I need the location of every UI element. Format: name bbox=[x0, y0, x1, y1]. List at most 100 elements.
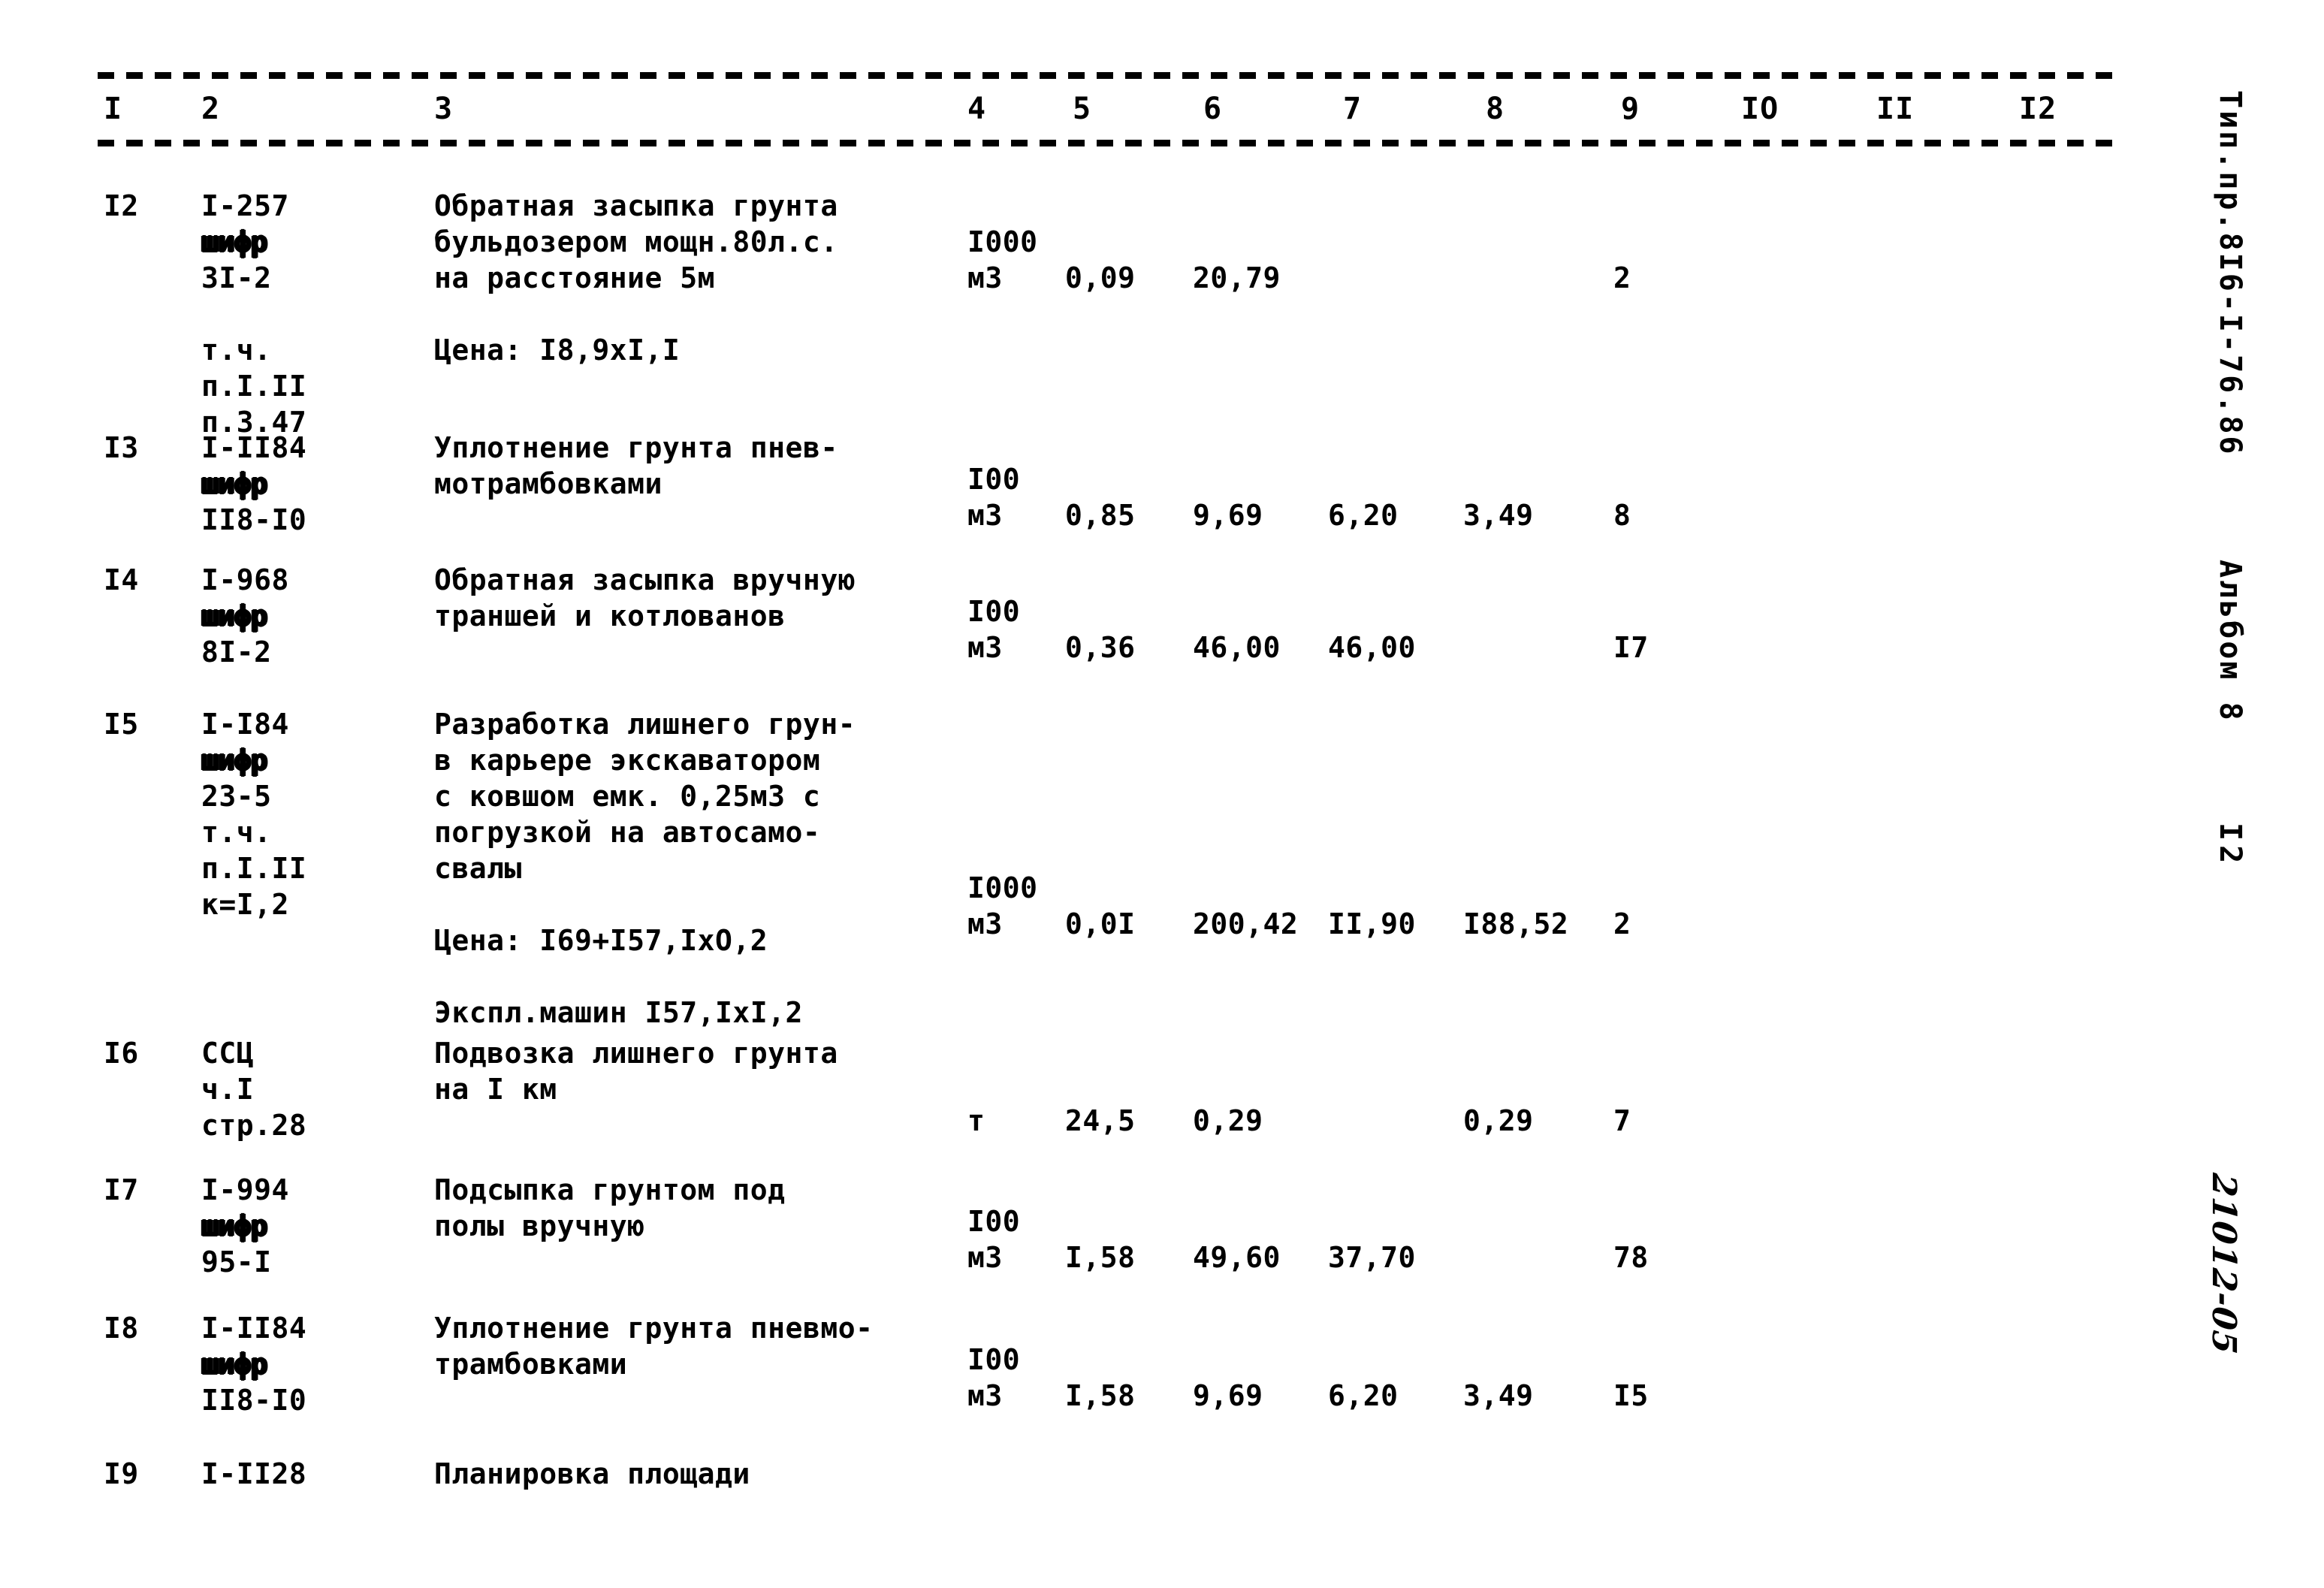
norm-code-line: стр.28 bbox=[201, 1109, 307, 1142]
work-description-cell: Обратная засыпка вручную траншей и котлов… bbox=[434, 562, 930, 634]
unit-line: т bbox=[967, 1104, 985, 1137]
column-header-4: 4 bbox=[967, 92, 987, 126]
work-description-cell: Подвозка лишнего грунта на I км bbox=[434, 1035, 930, 1107]
description-line: траншей и котлованов bbox=[434, 599, 786, 632]
unit-line: I00 bbox=[967, 1205, 1021, 1238]
labour-cost-value: II,90 bbox=[1328, 907, 1416, 940]
norm-code-cell: I-257 шифр 3I-2 т.ч. п.I.II п.3.47 bbox=[201, 188, 389, 440]
norm-code-line: 95-I bbox=[201, 1245, 272, 1279]
norm-code-cell: I-II84 шифр II8-I0 bbox=[201, 1310, 389, 1418]
norm-code-line: т.ч. bbox=[201, 334, 272, 367]
norm-code-cell: I-II28 bbox=[201, 1456, 389, 1492]
unit-line: м3 bbox=[967, 631, 1003, 664]
description-line: мотрамбовками bbox=[434, 467, 662, 500]
row-number: I4 bbox=[104, 563, 139, 596]
work-description-cell: Уплотнение грунта пнев-мотрамбовками bbox=[434, 430, 930, 502]
description-line: Цена: I69+I57,IxО,2 bbox=[434, 924, 768, 957]
norm-code-line: шифр bbox=[201, 599, 268, 632]
work-description-cell: Подсыпка грунтом под полы вручную bbox=[434, 1172, 930, 1244]
unit-cell: I000 м3 bbox=[967, 224, 1058, 296]
description-line: на I км bbox=[434, 1073, 557, 1106]
unit-line: I000 bbox=[967, 225, 1038, 258]
norm-hours-value: 78 bbox=[1613, 1241, 1649, 1274]
column-header-12: I2 bbox=[2019, 92, 2057, 126]
description-line: свалы bbox=[434, 852, 522, 885]
quantity-value: I,58 bbox=[1065, 1241, 1136, 1274]
norm-hours-value: 7 bbox=[1613, 1104, 1631, 1137]
column-header-1: I bbox=[104, 92, 123, 126]
description-line: Уплотнение грунта пневмо- bbox=[434, 1312, 874, 1345]
description-line: погрузкой на автосамо- bbox=[434, 816, 821, 849]
norm-code-line: шифр bbox=[201, 225, 268, 258]
labour-cost-value: 6,20 bbox=[1328, 499, 1399, 532]
norm-code-line: 8I-2 bbox=[201, 636, 272, 669]
column-header-7: 7 bbox=[1343, 92, 1363, 126]
column-header-2: 2 bbox=[201, 92, 221, 126]
norm-code-line: I-257 bbox=[201, 189, 289, 222]
unit-cell: I00 м3 bbox=[967, 461, 1058, 533]
norm-code-line: п.I.II bbox=[201, 370, 307, 403]
margin-album-label: Альбом 8 bbox=[2213, 560, 2247, 723]
labour-cost-value: 6,20 bbox=[1328, 1379, 1399, 1412]
description-line: в карьере экскаватором bbox=[434, 744, 821, 777]
norm-code-cell: I-994 шифр 95-I bbox=[201, 1172, 389, 1280]
unit-line: м3 bbox=[967, 907, 1003, 940]
description-line: трамбовками bbox=[434, 1348, 628, 1381]
description-line: Цена: I8,9xI,I bbox=[434, 334, 681, 367]
norm-code-line: I-I84 bbox=[201, 708, 289, 741]
column-header-5: 5 bbox=[1073, 92, 1092, 126]
norm-hours-value: 2 bbox=[1613, 907, 1631, 940]
row-number: I7 bbox=[104, 1173, 139, 1206]
norm-code-line: п.I.II bbox=[201, 852, 307, 885]
unit-line: I000 bbox=[967, 871, 1038, 904]
unit-cost-value: 20,79 bbox=[1193, 261, 1281, 294]
unit-cost-value: 9,69 bbox=[1193, 499, 1263, 532]
norm-code-line: I-994 bbox=[201, 1173, 289, 1206]
column-header-10: IO bbox=[1741, 92, 1779, 126]
row-number: I9 bbox=[104, 1457, 139, 1490]
norm-code-line: 23-5 bbox=[201, 780, 272, 813]
norm-code-line: шифр bbox=[201, 744, 268, 777]
unit-cost-value: 46,00 bbox=[1193, 631, 1281, 664]
work-description-cell: Обратная засыпка грунта бульдозером мощн.… bbox=[434, 188, 930, 368]
unit-line: м3 bbox=[967, 1241, 1003, 1274]
document-page: I 2 3 4 5 6 7 8 9 IO II I2 I2 I-257 шифр 3I… bbox=[0, 0, 2324, 1588]
quantity-value: 0,09 bbox=[1065, 261, 1136, 294]
column-header-8: 8 bbox=[1486, 92, 1505, 126]
norm-code-line: ч.I bbox=[201, 1073, 255, 1106]
norm-code-line: 3I-2 bbox=[201, 261, 272, 294]
description-line: Разработка лишнего грун- bbox=[434, 708, 856, 741]
norm-code-line: к=I,2 bbox=[201, 888, 289, 921]
header-rule-bottom bbox=[98, 140, 2118, 146]
work-description-cell: Планировка площади bbox=[434, 1456, 930, 1492]
norm-code-cell: ССЦ ч.I стр.28 bbox=[201, 1035, 389, 1143]
margin-project-reference: Тип.пр.8I6-I-76.86 bbox=[2213, 90, 2247, 457]
description-line: с ковшом емк. 0,25м3 с bbox=[434, 780, 821, 813]
unit-cell: I000 м3 bbox=[967, 870, 1058, 942]
unit-line: м3 bbox=[967, 499, 1003, 532]
unit-cost-value: 200,42 bbox=[1193, 907, 1299, 940]
quantity-value: 0,85 bbox=[1065, 499, 1136, 532]
unit-cell: I00 м3 bbox=[967, 1203, 1058, 1276]
quantity-value: 0,0I bbox=[1065, 907, 1136, 940]
column-header-3: 3 bbox=[434, 92, 454, 126]
norm-hours-value: I5 bbox=[1613, 1379, 1649, 1412]
unit-line: I00 bbox=[967, 595, 1021, 628]
machine-cost-value: 0,29 bbox=[1463, 1104, 1534, 1137]
unit-line: м3 bbox=[967, 1379, 1003, 1412]
description-line: Уплотнение грунта пнев- bbox=[434, 431, 838, 464]
norm-code-line: I-968 bbox=[201, 563, 289, 596]
norm-code-line: ССЦ bbox=[201, 1037, 255, 1070]
quantity-value: 24,5 bbox=[1065, 1104, 1136, 1137]
norm-code-line: шифр bbox=[201, 1348, 268, 1381]
quantity-value: 0,36 bbox=[1065, 631, 1136, 664]
description-line: Экспл.машин I57,IxI,2 bbox=[434, 996, 803, 1029]
column-header-6: 6 bbox=[1203, 92, 1223, 126]
norm-code-line: I-II84 bbox=[201, 1312, 307, 1345]
row-number: I5 bbox=[104, 708, 139, 741]
margin-page-number: I2 bbox=[2213, 823, 2247, 868]
unit-cost-value: 0,29 bbox=[1193, 1104, 1263, 1137]
unit-cell: т bbox=[967, 1103, 1058, 1139]
